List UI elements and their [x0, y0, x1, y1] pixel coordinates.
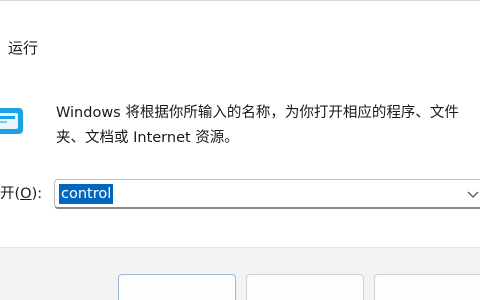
dialog-description: Windows 将根据你所输入的名称，为你打开相应的程序、文件夹、文档或 Int…	[56, 105, 459, 146]
browse-button[interactable]	[374, 274, 480, 300]
dialog-footer	[0, 247, 480, 300]
open-label-suffix: ):	[31, 186, 43, 202]
chevron-down-icon[interactable]	[465, 186, 480, 202]
open-field-label: 开(O):	[0, 184, 42, 204]
title-bar: 运行	[0, 1, 480, 71]
run-dialog-window: 运行 Windows 将根据你所输入的名称，为你打开相应的程序、文件夹、文档或 …	[0, 0, 480, 300]
open-input-value[interactable]: control	[59, 184, 114, 204]
open-label-mnemonic: O	[20, 186, 32, 202]
run-app-icon	[0, 108, 23, 134]
ok-button[interactable]	[118, 274, 236, 300]
dialog-content: Windows 将根据你所输入的名称，为你打开相应的程序、文件夹、文档或 Int…	[0, 71, 480, 247]
open-label-prefix: 开(	[0, 186, 21, 202]
window-title: 运行	[8, 39, 39, 57]
cancel-button[interactable]	[246, 274, 364, 300]
open-combobox[interactable]: control	[54, 179, 480, 209]
